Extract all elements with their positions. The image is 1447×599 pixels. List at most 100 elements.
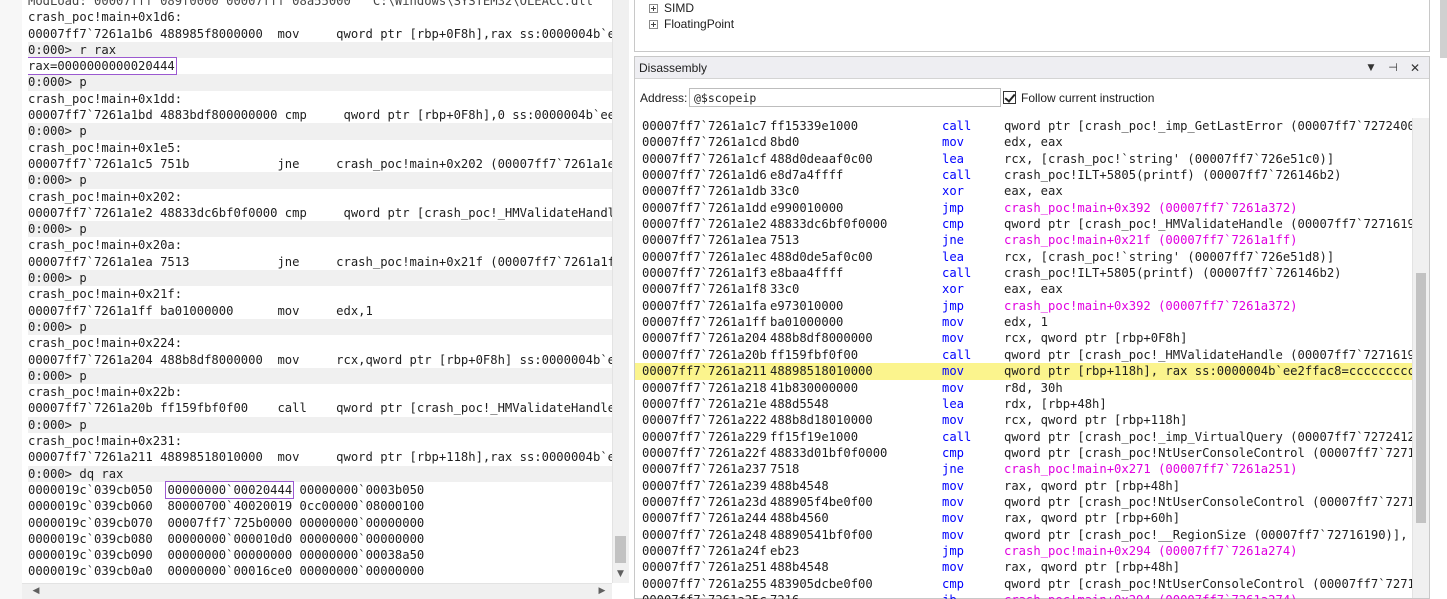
instruction-operands: qword ptr [crash_poc!_imp_VirtualQuery (…	[1004, 429, 1412, 444]
instruction-mnemonic: jne	[942, 462, 965, 477]
instruction-mnemonic: mov	[942, 364, 965, 379]
instruction-address: 00007ff7`7261a22f	[642, 445, 767, 460]
instruction-row[interactable]: 00007ff7`7261a25c7216 jb crash_poc!main+0x…	[635, 592, 1412, 599]
instruction-row[interactable]: 00007ff7`7261a24f eb23 jmp crash_poc!main+0…	[635, 543, 1412, 559]
pin-icon[interactable]: ⊣	[1385, 60, 1401, 76]
current-instruction-row[interactable]: 00007ff7`7261a211 48898518010000 mov qword …	[635, 363, 1412, 380]
instruction-bytes: 8bd0	[770, 135, 800, 150]
instruction-address: 00007ff7`7261a239	[642, 478, 767, 493]
instruction-row[interactable]: 00007ff7`7261a1f3 e8baa4ffff call crash_poc…	[635, 265, 1412, 281]
output-line: crash_poc!main+0x202:	[28, 189, 612, 205]
instruction-row[interactable]: 00007ff7`7261a1d6 e8d7a4ffff call crash_poc…	[635, 167, 1412, 183]
address-input[interactable]	[689, 88, 1001, 107]
expand-plus-icon[interactable]	[649, 19, 658, 29]
instruction-row[interactable]: 00007ff7`7261a1dd e990010000 jmp crash_poc!…	[635, 200, 1412, 216]
instruction-operands: qword ptr [rbp+118h], rax ss:0000004b`ee…	[1004, 364, 1412, 379]
instruction-row[interactable]: 00007ff7`7261a1c7 ff15339e1000 call qword p…	[635, 118, 1412, 134]
instruction-bytes: 488b8df8000000	[770, 331, 873, 346]
instruction-row[interactable]: 00007ff7`7261a1ea 7513 jne crash_poc!main+0…	[635, 232, 1412, 248]
dump-qword: 00000000`00000000	[167, 548, 293, 563]
instruction-row[interactable]: 00007ff7`7261a239 488b4548 mov rax, qword p…	[635, 478, 1412, 494]
instruction-bytes: 483905dcbe0f00	[770, 576, 873, 591]
instruction-bytes: ff159fbf0f00	[770, 347, 859, 362]
instruction-operands: rcx, qword ptr [rbp+118h]	[1004, 413, 1188, 428]
close-icon[interactable]: ✕	[1407, 60, 1423, 76]
expand-plus-icon[interactable]	[649, 3, 658, 13]
line-text: 00007ff7`7261a20b ff159fbf0f00 call qwor…	[28, 401, 612, 416]
command-vertical-scroll-thumb[interactable]	[615, 536, 626, 563]
instruction-address: 00007ff7`7261a248	[642, 527, 767, 542]
command-horizontal-scrollbar[interactable]	[22, 583, 612, 599]
instruction-bytes: ba01000000	[770, 315, 844, 330]
scroll-right-arrow-icon[interactable]: ▶	[594, 583, 610, 599]
instruction-row[interactable]: 00007ff7`7261a255 483905dcbe0f00 cmp qword …	[635, 576, 1412, 592]
line-text: 0:000> p	[28, 271, 87, 286]
instruction-bytes: 488d5548	[770, 396, 829, 411]
instruction-row[interactable]: 00007ff7`7261a222 488b8d18010000 mov rcx, q…	[635, 412, 1412, 428]
disassembly-listing[interactable]: 00007ff7`7261a1c7 ff15339e1000 call qword p…	[635, 118, 1412, 599]
instruction-row[interactable]: 00007ff7`7261a1ff ba01000000 mov edx, 1	[635, 314, 1412, 330]
instruction-row[interactable]: 00007ff7`7261a1cd 8bd0 mov edx, eax	[635, 134, 1412, 150]
instruction-row[interactable]: 00007ff7`7261a1e2 48833dc6bf0f0000 cmp qwor…	[635, 216, 1412, 232]
dump-address: 0000019c`039cb050	[28, 482, 153, 497]
tree-item-label: FloatingPoint	[664, 17, 735, 31]
instruction-bytes: eb23	[770, 543, 800, 558]
instruction-row[interactable]: 00007ff7`7261a20b ff159fbf0f00 call qword p…	[635, 347, 1412, 363]
instruction-bytes: 488d0de5af0c00	[770, 249, 873, 264]
instruction-row[interactable]: 00007ff7`7261a1cf 488d0deaaf0c00 lea rcx, […	[635, 151, 1412, 167]
instruction-row[interactable]: 00007ff7`7261a1ec 488d0de5af0c00 lea rcx, […	[635, 249, 1412, 265]
instruction-row[interactable]: 00007ff7`7261a1fa e973010000 jmp crash_poc!…	[635, 298, 1412, 314]
command-prompt-line: 0:000> r rax	[28, 41, 612, 59]
output-line: crash_poc!main+0x22b:	[28, 384, 612, 400]
line-text: crash_poc!main+0x1e5:	[28, 140, 183, 155]
line-text: 00007ff7`7261a1c5 751b jne crash_poc!mai…	[28, 156, 612, 171]
instruction-mnemonic: cmp	[942, 217, 965, 232]
instruction-row[interactable]: 00007ff7`7261a21e 488d5548 lea rdx, [rbp+48…	[635, 396, 1412, 412]
instruction-row[interactable]: 00007ff7`7261a244 488b4560 mov rax, qword p…	[635, 510, 1412, 526]
instruction-address: 00007ff7`7261a1ec	[642, 249, 767, 264]
instruction-address: 00007ff7`7261a211	[642, 364, 767, 379]
line-text: 00007ff7`7261a204 488b8df8000000 mov rcx…	[28, 352, 612, 367]
window-menu-dropdown-icon[interactable]: ▼	[1363, 60, 1379, 76]
line-text: crash_poc!main+0x20a:	[28, 238, 183, 253]
instruction-row[interactable]: 00007ff7`7261a251 488b4548 mov rax, qword p…	[635, 559, 1412, 575]
instruction-row[interactable]: 00007ff7`7261a23d 488905f4be0f00 mov qword …	[635, 494, 1412, 510]
dump-qword: 80000700`40020019	[167, 499, 293, 514]
line-text: 00007ff7`7261a1bd 4883bdf800000000 cmp q…	[28, 108, 612, 123]
output-line: 00007ff7`7261a1ea 7513 jne crash_poc!mai…	[28, 254, 612, 270]
output-line: crash_poc!main+0x1d6:	[28, 9, 612, 25]
tree-item-floatingpoint[interactable]: FloatingPoint	[649, 16, 734, 32]
instruction-row[interactable]: 00007ff7`7261a248 48890541bf0f00 mov qword …	[635, 527, 1412, 543]
command-prompt-line: 0:000> p	[28, 123, 612, 140]
output-line: 00007ff7`7261a211 48898518010000 mov qwo…	[28, 449, 612, 465]
instruction-row[interactable]: 00007ff7`7261a1db 33c0 xor eax, eax	[635, 183, 1412, 199]
line-text: 00007ff7`7261a1e2 48833dc6bf0f0000 cmp q…	[28, 205, 612, 220]
instruction-row[interactable]: 00007ff7`7261a1f8 33c0 xor eax, eax	[635, 281, 1412, 297]
instruction-row[interactable]: 00007ff7`7261a237 7518 jne crash_poc!main+0…	[635, 461, 1412, 477]
dump-address: 0000019c`039cb090	[28, 548, 153, 563]
instruction-address: 00007ff7`7261a1f8	[642, 282, 767, 297]
instruction-row[interactable]: 00007ff7`7261a229 ff15f19e1000 call qword p…	[635, 429, 1412, 445]
instruction-bytes: 41b830000000	[770, 380, 859, 395]
command-output-text[interactable]: ModLoad: 00007fff`089f0000 00007fff`08a5…	[28, 0, 612, 583]
instruction-mnemonic: mov	[942, 494, 965, 509]
scroll-left-arrow-icon[interactable]: ◀	[28, 583, 44, 599]
instruction-row[interactable]: 00007ff7`7261a218 41b830000000 mov r8d, 30h	[635, 380, 1412, 396]
instruction-operands: rdx, [rbp+48h]	[1004, 396, 1107, 411]
tree-item-simd[interactable]: SIMD	[649, 0, 694, 16]
instruction-row[interactable]: 00007ff7`7261a204 488b8df8000000 mov rcx, q…	[635, 330, 1412, 346]
command-prompt-line: 0:000> p	[28, 270, 612, 287]
highlighted-register-value: rax=0000000000020444	[28, 57, 177, 76]
tree-item-label: SIMD	[664, 1, 694, 15]
scroll-down-arrow-icon[interactable]: ▼	[612, 566, 629, 582]
memory-dump-row: 0000019c`039cb070 00007ff7`725b0000 0000…	[28, 515, 612, 531]
follow-current-instruction-checkbox[interactable]	[1003, 91, 1016, 104]
disassembly-title-bar[interactable]: Disassembly ▼ ⊣ ✕	[635, 57, 1429, 79]
disassembly-vertical-scroll-thumb[interactable]	[1416, 273, 1426, 523]
instruction-operands: qword ptr [crash_poc!__RegionSize (00007…	[1004, 527, 1412, 542]
instruction-address: 00007ff7`7261a204	[642, 331, 767, 346]
dump-qword: 0cc00000`08000100	[299, 499, 425, 514]
instruction-bytes: 488b4560	[770, 511, 829, 526]
instruction-row[interactable]: 00007ff7`7261a22f 48833d01bf0f0000 cmp qwor…	[635, 445, 1412, 461]
command-vertical-scrollbar[interactable]	[612, 0, 629, 583]
